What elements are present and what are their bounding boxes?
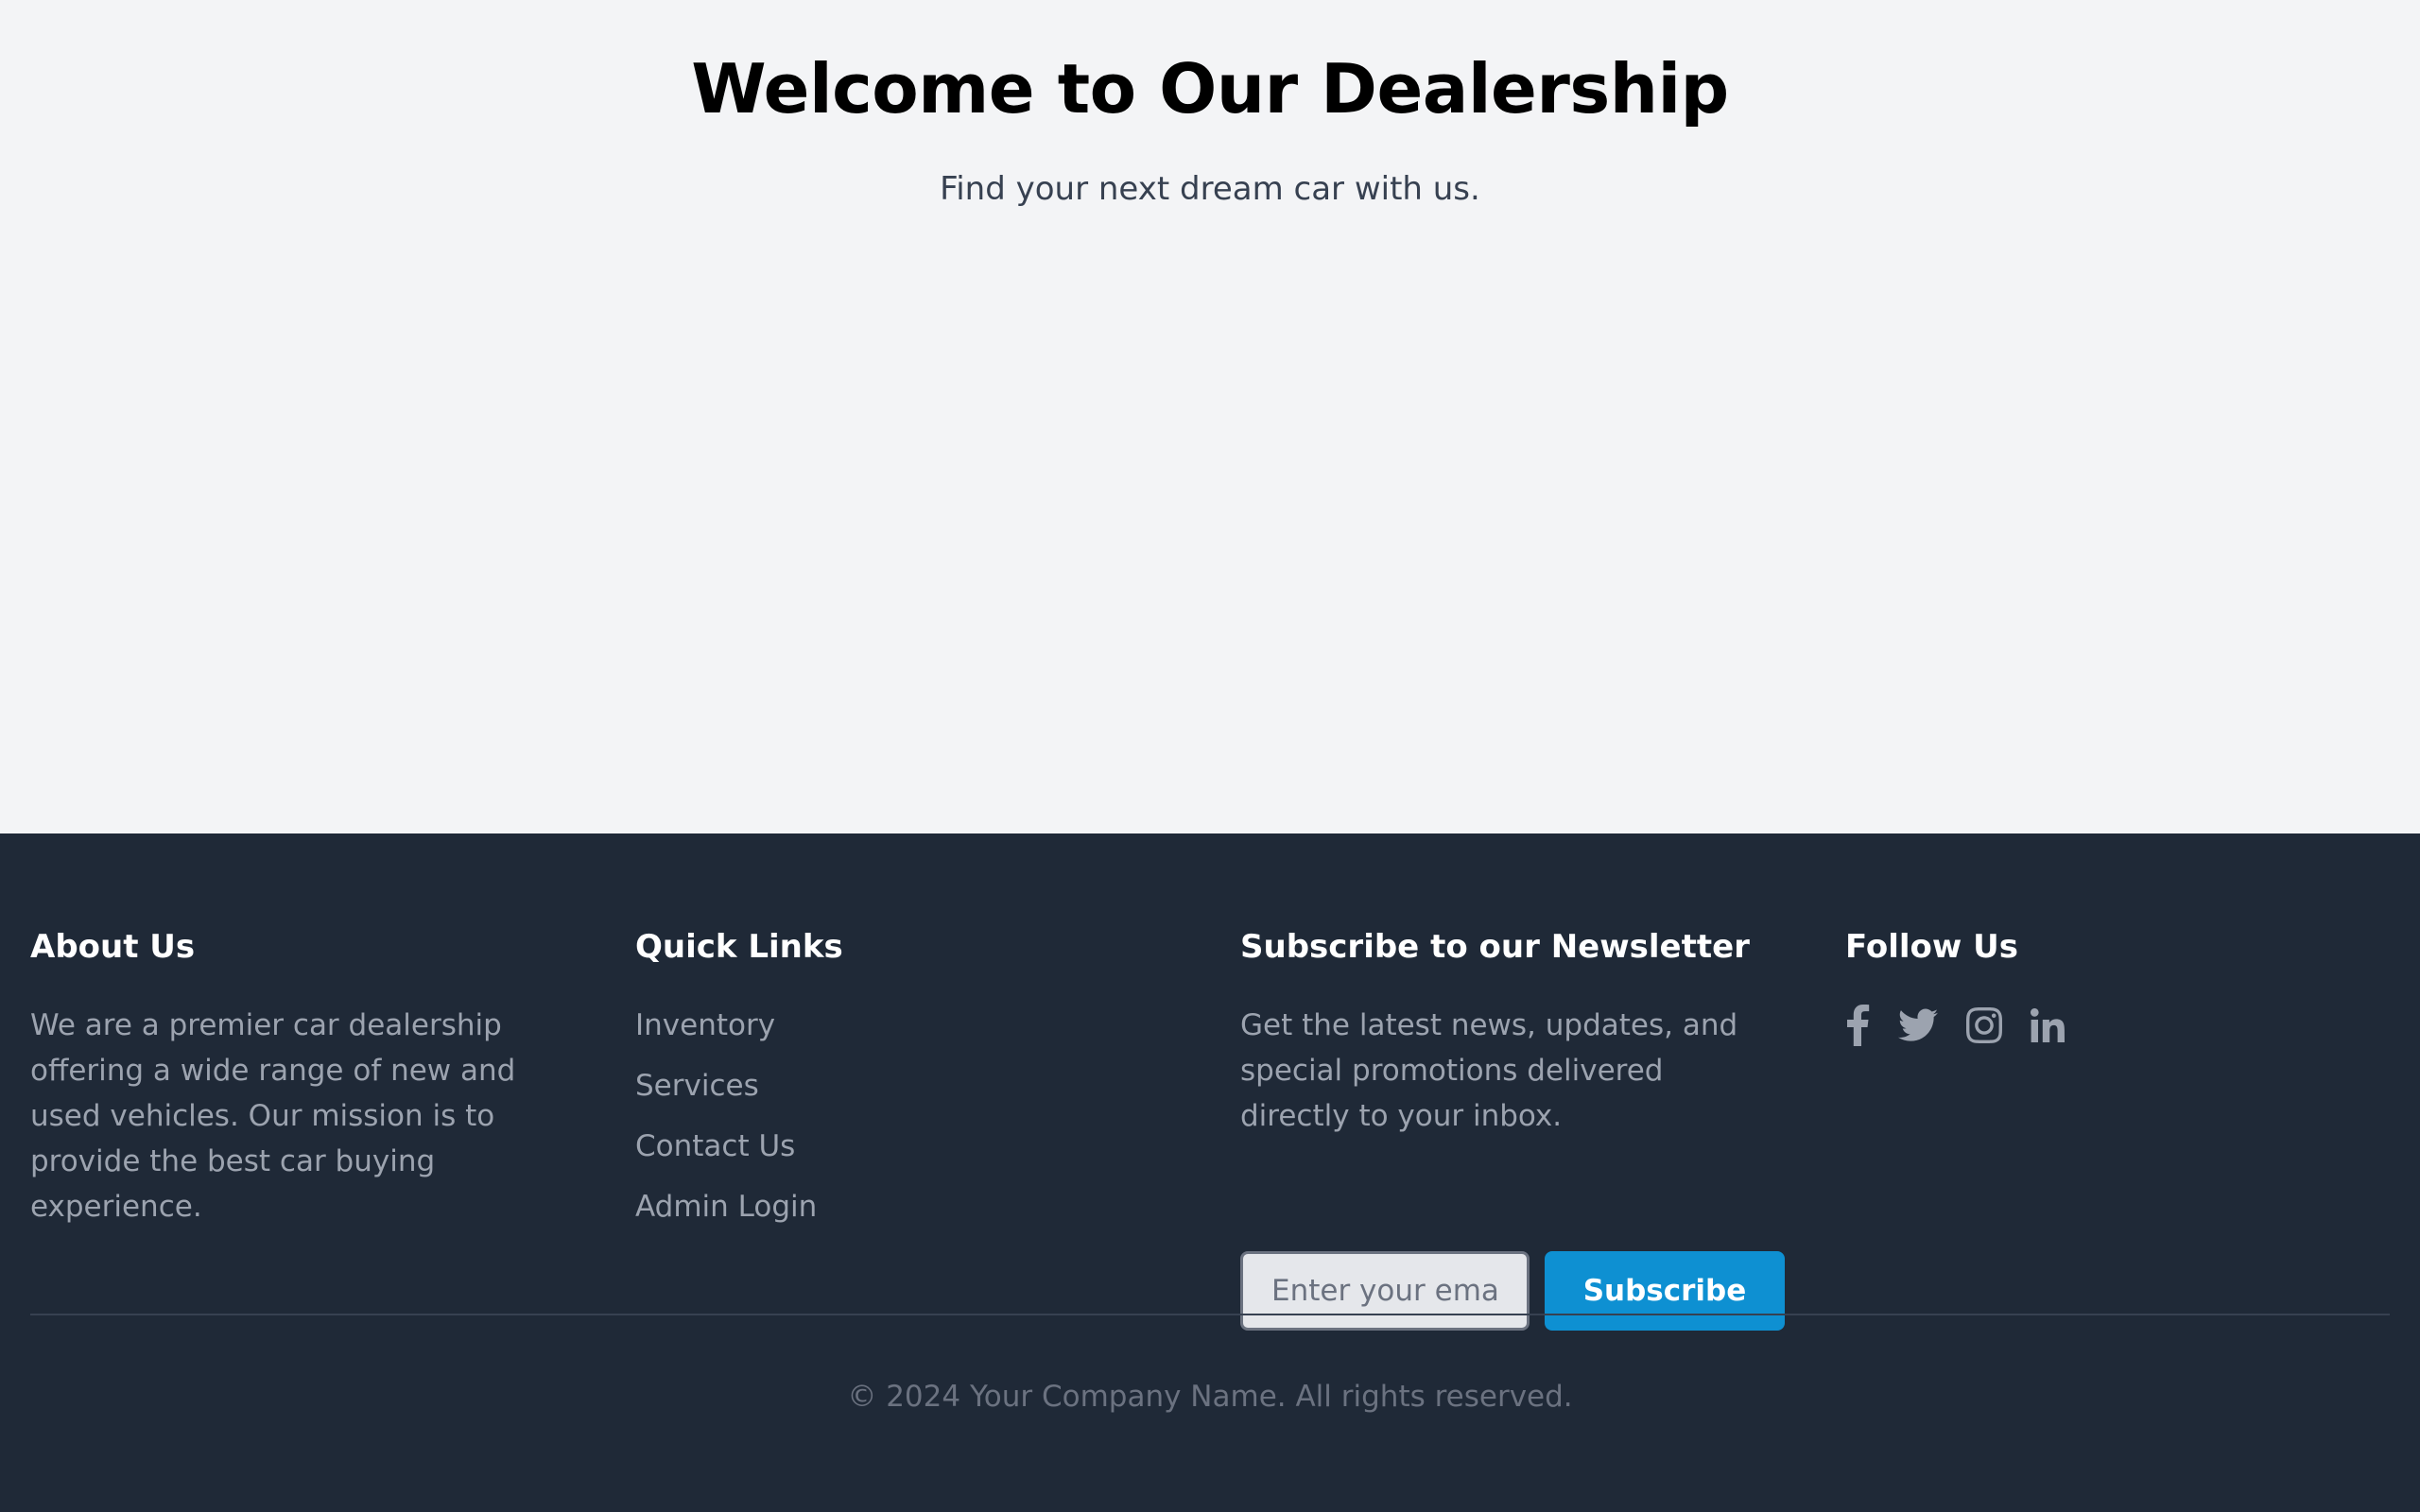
newsletter-text: Get the latest news, updates, and specia… <box>1240 1007 1738 1133</box>
twitter-link[interactable] <box>1898 1003 1938 1048</box>
twitter-icon <box>1898 1008 1938 1041</box>
hero-subtitle: Find your next dream car with us. <box>940 170 1480 208</box>
quick-links-title: Quick Links <box>635 928 843 966</box>
quick-links-list: Inventory Services Contact Us Admin Logi… <box>635 1003 1202 1245</box>
linkedin-icon <box>2031 1007 2065 1042</box>
newsletter-column: Subscribe to our Newsletter Get the late… <box>1240 928 1807 1331</box>
instagram-icon <box>1966 1006 2002 1043</box>
list-item: Inventory <box>635 1003 1202 1063</box>
list-item: Services <box>635 1063 1202 1124</box>
linkedin-link[interactable] <box>2031 1003 2065 1048</box>
about-text: We are a premier car dealership offering… <box>30 1007 516 1224</box>
email-field[interactable] <box>1240 1251 1530 1331</box>
newsletter-form: Subscribe <box>1240 1251 1807 1331</box>
site-footer: About Us We are a premier car dealership… <box>0 833 2420 1512</box>
newsletter-title: Subscribe to our Newsletter <box>1240 928 1750 966</box>
instagram-link[interactable] <box>1966 1003 2002 1048</box>
link-contact-us[interactable]: Contact Us <box>635 1124 795 1169</box>
footer-divider <box>30 1314 2390 1315</box>
link-admin-login[interactable]: Admin Login <box>635 1184 817 1229</box>
follow-title: Follow Us <box>1845 928 2018 966</box>
link-inventory[interactable]: Inventory <box>635 1003 775 1048</box>
hero-title: Welcome to Our Dealership <box>691 49 1729 129</box>
follow-column: Follow Us <box>1845 928 2412 1048</box>
copyright-text: © 2024 Your Company Name. All rights res… <box>847 1380 1573 1414</box>
hero-section: Welcome to Our Dealership Find your next… <box>0 0 2420 833</box>
quick-links-column: Quick Links Inventory Services Contact U… <box>635 928 1202 1245</box>
facebook-link[interactable] <box>1845 1003 1870 1048</box>
list-item: Contact Us <box>635 1124 1202 1184</box>
subscribe-button[interactable]: Subscribe <box>1545 1251 1785 1331</box>
link-services[interactable]: Services <box>635 1063 759 1108</box>
about-title: About Us <box>30 928 196 966</box>
facebook-icon <box>1847 1004 1870 1046</box>
social-links <box>1845 1003 2412 1048</box>
about-column: About Us We are a premier car dealership… <box>30 928 597 1229</box>
list-item: Admin Login <box>635 1184 1202 1245</box>
